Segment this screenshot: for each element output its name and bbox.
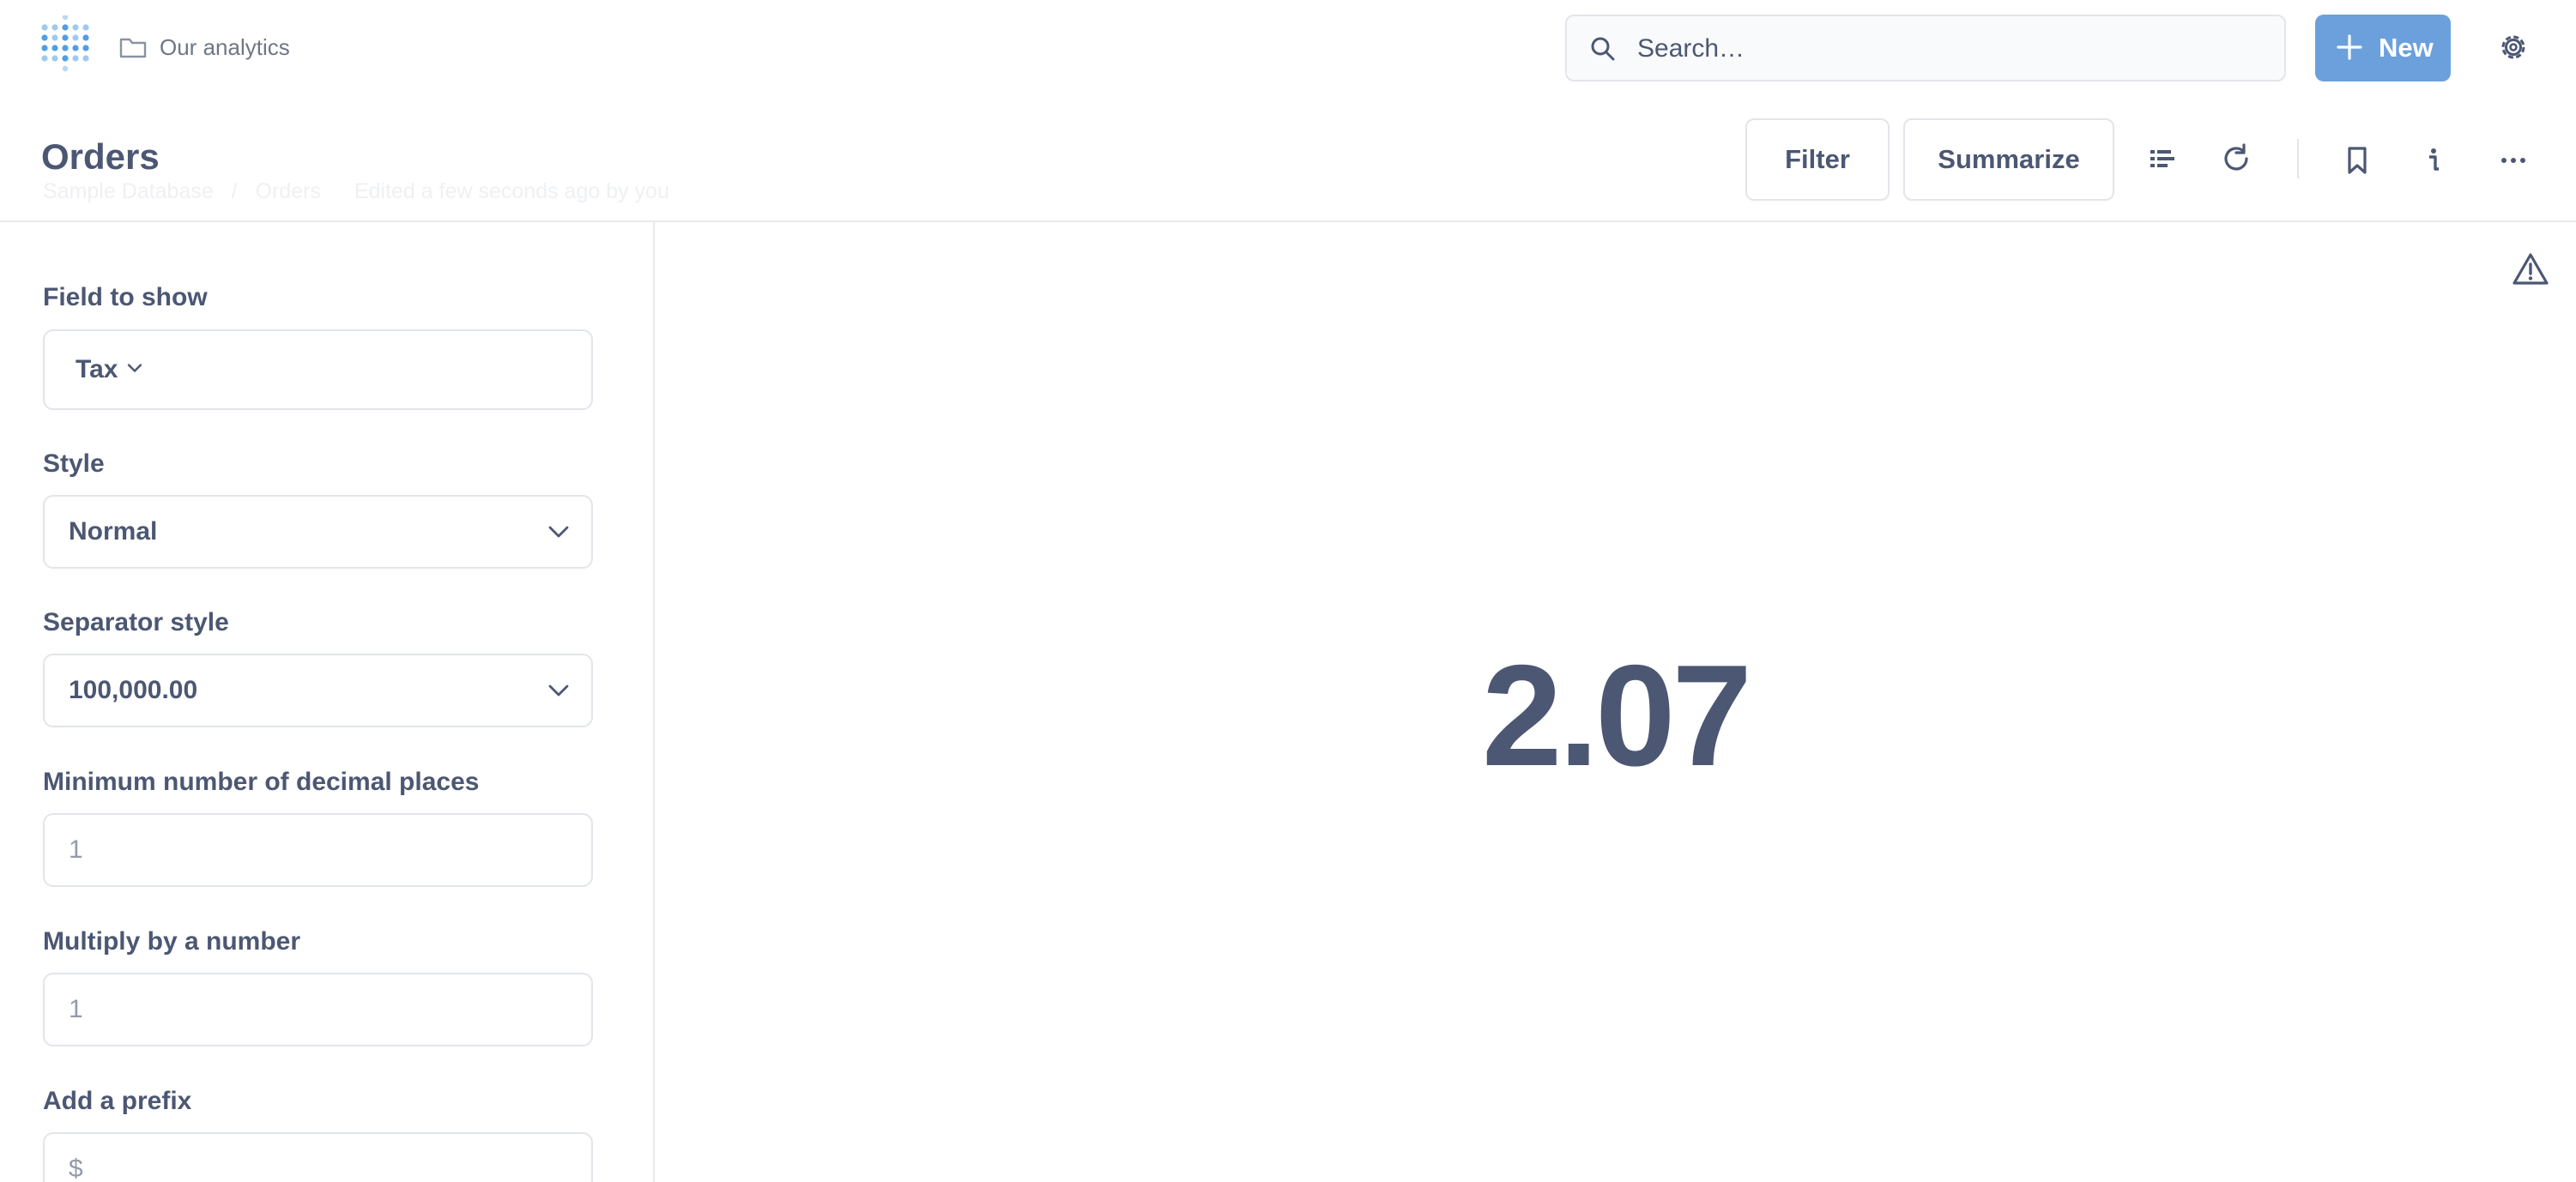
folder-icon — [119, 38, 147, 58]
chevron-down-icon — [127, 364, 142, 372]
more-icon[interactable] — [2497, 144, 2530, 177]
edited-info[interactable]: Edited a few seconds ago by you — [354, 179, 669, 203]
field-to-show-label: Field to show — [43, 283, 208, 311]
breadcrumb: Sample Database / Orders Edited a few se… — [43, 178, 681, 204]
chevron-down-icon — [548, 526, 569, 538]
collection-link[interactable]: Our analytics — [160, 33, 290, 62]
question-header: Orders Sample Database / Orders Edited a… — [0, 98, 2576, 222]
info-icon[interactable] — [2417, 144, 2450, 177]
field-to-show-value: Tax — [76, 355, 118, 383]
multiply-label: Multiply by a number — [43, 927, 301, 956]
notebook-icon[interactable] — [2145, 142, 2178, 175]
style-select[interactable]: Normal — [43, 495, 593, 569]
breadcrumb-separator: / — [231, 179, 238, 203]
bookmark-icon[interactable] — [2341, 144, 2373, 177]
field-to-show-select[interactable]: Tax — [43, 329, 593, 410]
filter-button[interactable]: Filter — [1745, 118, 1890, 201]
gear-icon[interactable] — [2497, 31, 2530, 63]
logo-icon[interactable] — [39, 15, 93, 75]
min-decimals-label: Minimum number of decimal places — [43, 768, 480, 796]
refresh-icon[interactable] — [2220, 142, 2252, 175]
search-icon — [1591, 37, 1615, 61]
multiply-input[interactable]: 1 — [43, 973, 593, 1046]
page-title[interactable]: Orders — [41, 136, 160, 178]
settings-sidebar: Field to show Tax Style Normal Separator… — [0, 222, 655, 1182]
chevron-down-icon — [548, 684, 569, 697]
new-button-label: New — [2379, 33, 2434, 63]
search-input[interactable]: Search… — [1565, 15, 2286, 81]
header-divider — [2297, 139, 2299, 178]
plus-icon — [2337, 34, 2362, 60]
warning-icon[interactable] — [2512, 251, 2549, 287]
top-navbar: Our analytics Search… New — [0, 0, 2576, 98]
prefix-input[interactable]: $ — [43, 1132, 593, 1182]
separator-style-select[interactable]: 100,000.00 — [43, 654, 593, 727]
summarize-button[interactable]: Summarize — [1903, 118, 2114, 201]
breadcrumb-database[interactable]: Sample Database — [43, 179, 214, 203]
separator-style-value: 100,000.00 — [69, 676, 198, 704]
search-placeholder: Search… — [1637, 34, 1745, 63]
separator-style-label: Separator style — [43, 608, 229, 636]
prefix-placeholder: $ — [69, 1155, 83, 1182]
prefix-label: Add a prefix — [43, 1087, 192, 1115]
min-decimals-placeholder: 1 — [69, 835, 83, 864]
style-value: Normal — [69, 517, 158, 546]
visualization-area: 2.07 — [655, 222, 2576, 1182]
multiply-placeholder: 1 — [69, 995, 83, 1023]
style-label: Style — [43, 449, 105, 478]
new-button[interactable]: New — [2315, 15, 2451, 81]
scalar-value-container: 2.07 — [655, 634, 2576, 797]
breadcrumb-table[interactable]: Orders — [256, 179, 321, 203]
min-decimals-input[interactable]: 1 — [43, 813, 593, 887]
scalar-value[interactable]: 2.07 — [1482, 634, 1752, 797]
